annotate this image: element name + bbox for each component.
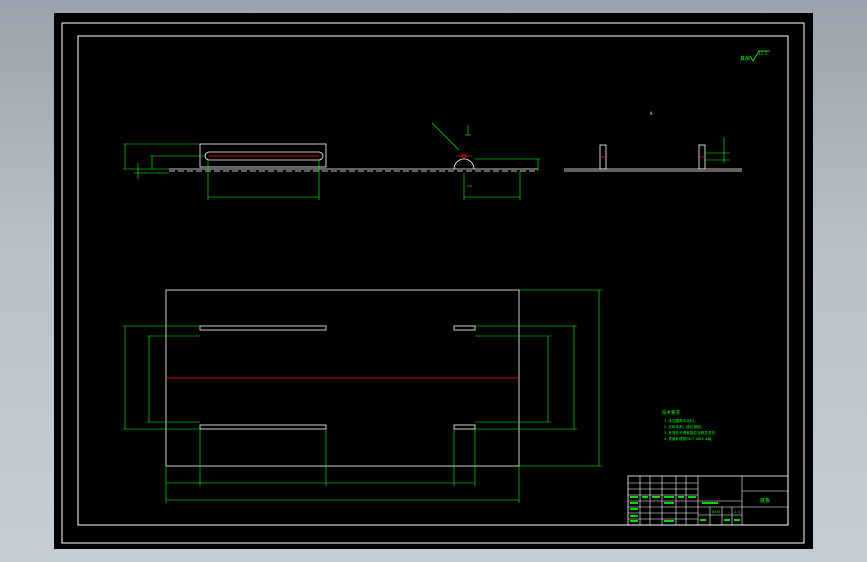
drawing-sheet: 其余 12.5 A 技术要求 1.未注圆角半径R2。 2.去除毛刺，锐边倒钝。 … <box>54 13 813 549</box>
surface-finish-label: 其余 <box>740 55 750 62</box>
note-4: 4.表面处理按GB/T1804-m级。 <box>664 436 715 441</box>
front-view <box>123 122 540 200</box>
slot-top-left <box>199 325 327 331</box>
material: Q235 <box>712 510 720 514</box>
notes-title: 技术要求 <box>662 409 680 416</box>
front-view-boss <box>199 143 327 168</box>
title-block-entries <box>630 496 740 522</box>
surface-finish-value: 12.5 <box>758 51 768 56</box>
hinge-eye <box>453 158 475 170</box>
slot-top-right <box>453 325 476 331</box>
section-marker: A <box>650 111 653 116</box>
side-view-dimensions <box>705 137 730 163</box>
note-3: 3.折弯处不得有裂纹及明显变形。 <box>664 430 719 435</box>
top-view-dimensions <box>123 289 602 503</box>
inner-border <box>77 35 789 526</box>
part-name: 底板 <box>760 497 770 504</box>
note-2: 2.去除毛刺，锐边倒钝。 <box>664 424 704 429</box>
technical-notes: 技术要求 1.未注圆角半径R2。 2.去除毛刺，锐边倒钝。 3.折弯处不得有裂纹… <box>662 409 719 441</box>
slot-bottom-left <box>199 424 327 430</box>
slot-bottom-right <box>453 424 476 430</box>
title-block: 底板 Q235 1:1 <box>627 475 789 526</box>
surface-finish-symbol: 其余 12.5 <box>740 50 770 62</box>
top-view <box>123 289 602 503</box>
front-view-dimensions <box>123 122 540 200</box>
side-view <box>564 137 742 172</box>
cad-drawing: 其余 12.5 A 技术要求 1.未注圆角半径R2。 2.去除毛刺，锐边倒钝。 … <box>61 22 805 544</box>
outer-border <box>61 22 805 544</box>
note-1: 1.未注圆角半径R2。 <box>664 418 698 423</box>
scale: 1:1 <box>734 510 740 514</box>
